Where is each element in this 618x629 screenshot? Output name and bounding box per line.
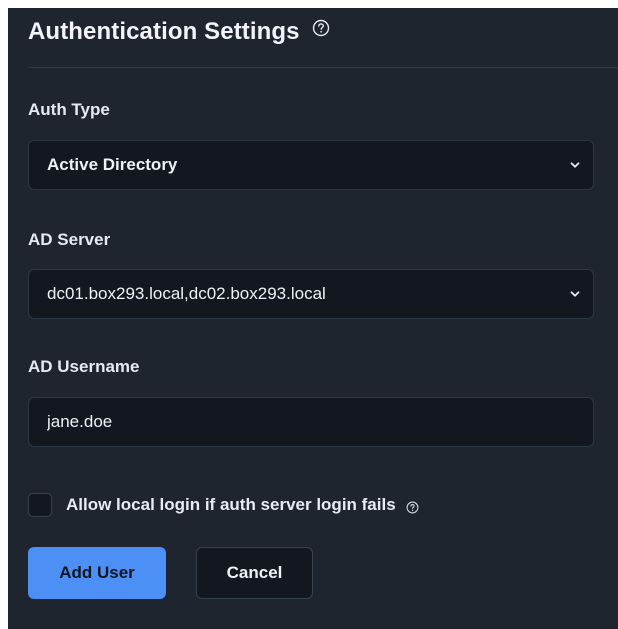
authentication-settings-panel: Authentication Settings Auth Type Active… bbox=[8, 8, 618, 629]
ad-server-select[interactable]: dc01.box293.local,dc02.box293.local bbox=[28, 269, 594, 319]
question-circle-icon[interactable] bbox=[406, 501, 419, 514]
auth-type-select[interactable]: Active Directory bbox=[28, 140, 594, 190]
ad-username-value: jane.doe bbox=[47, 412, 113, 431]
ad-username-input[interactable]: jane.doe bbox=[28, 397, 594, 447]
ad-server-selected-value: dc01.box293.local,dc02.box293.local bbox=[47, 284, 326, 303]
allow-local-login-checkbox[interactable] bbox=[28, 493, 52, 517]
add-user-button[interactable]: Add User bbox=[28, 547, 166, 599]
chevron-down-icon bbox=[569, 159, 581, 171]
auth-type-label: Auth Type bbox=[28, 100, 110, 119]
ad-username-label: AD Username bbox=[28, 357, 140, 376]
question-circle-icon[interactable] bbox=[312, 19, 330, 37]
ad-server-label: AD Server bbox=[28, 230, 111, 249]
chevron-down-icon bbox=[569, 288, 581, 300]
panel-header: Authentication Settings bbox=[28, 18, 330, 46]
allow-local-login-label[interactable]: Allow local login if auth server login f… bbox=[66, 495, 396, 515]
allow-local-login-row: Allow local login if auth server login f… bbox=[28, 493, 419, 517]
cancel-button[interactable]: Cancel bbox=[196, 547, 313, 599]
page-title: Authentication Settings bbox=[28, 18, 300, 45]
header-divider bbox=[28, 67, 618, 68]
auth-type-selected-value: Active Directory bbox=[47, 155, 178, 174]
